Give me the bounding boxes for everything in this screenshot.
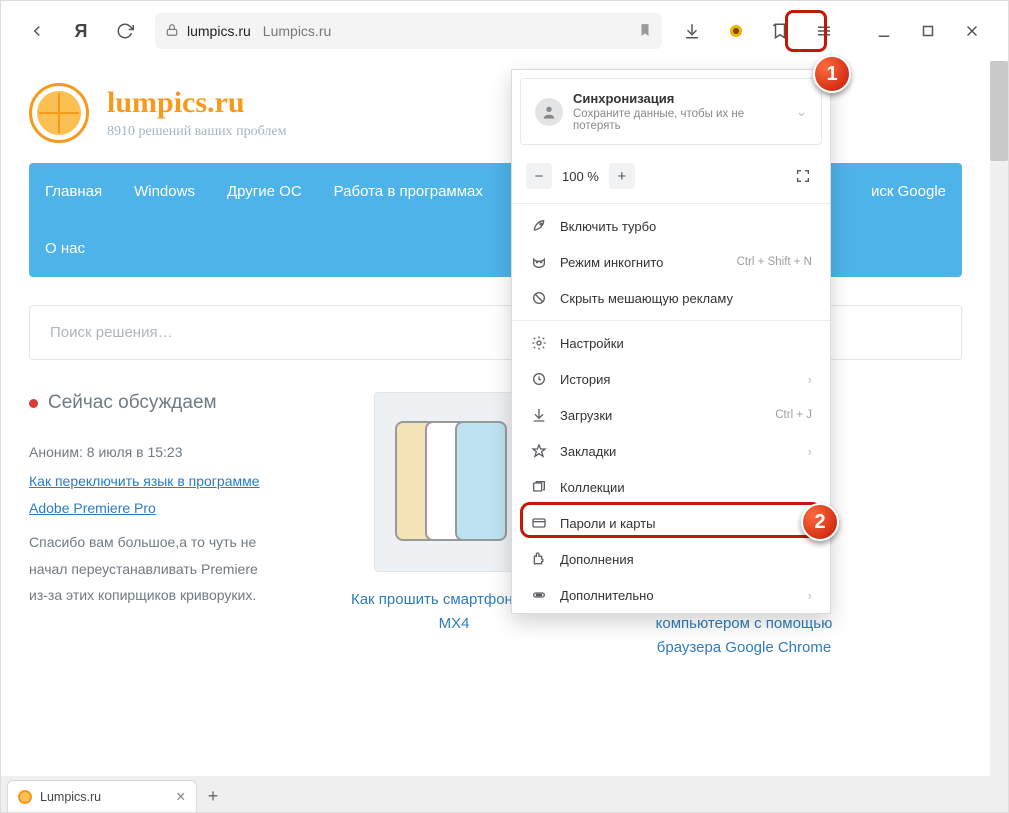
menu-item-label: Дополнительно	[560, 588, 796, 603]
yandex-home-button[interactable]: Я	[61, 11, 101, 51]
menu-item-download[interactable]: Загрузки Ctrl + J	[512, 397, 830, 433]
menu-item-label: Режим инкогнито	[560, 255, 725, 270]
nav-item-home[interactable]: Главная	[29, 163, 118, 220]
site-tagline: 8910 решений ваших проблем	[107, 124, 286, 140]
menu-item-rocket[interactable]: Включить турбо	[512, 208, 830, 244]
avatar-icon	[535, 98, 563, 126]
zoom-in-button[interactable]: +	[609, 163, 635, 189]
menu-item-shortcut: Ctrl + J	[775, 409, 812, 421]
menu-item-star[interactable]: Закладки ›	[512, 433, 830, 469]
bookmark-icon[interactable]	[638, 23, 652, 40]
nav-item-windows[interactable]: Windows	[118, 163, 211, 220]
collections-button[interactable]	[760, 11, 800, 51]
browser-tab[interactable]: Lumpics.ru ✕	[7, 780, 197, 812]
chevron-right-icon: ›	[808, 588, 812, 603]
comment-link[interactable]: Как переключить язык в программе Adobe P…	[29, 468, 279, 521]
back-button[interactable]	[17, 11, 57, 51]
maximize-button[interactable]	[908, 11, 948, 51]
fullscreen-button[interactable]	[790, 163, 816, 189]
tab-title: Lumpics.ru	[40, 790, 168, 804]
clock-icon	[530, 370, 548, 388]
card-icon	[530, 514, 548, 532]
minimize-button[interactable]	[864, 11, 904, 51]
favicon-icon	[18, 790, 32, 804]
nav-item-programs[interactable]: Работа в программах	[318, 163, 499, 220]
nav-item-other-os[interactable]: Другие ОС	[211, 163, 318, 220]
menu-item-puzzle[interactable]: Дополнения	[512, 541, 830, 577]
scrollbar[interactable]	[990, 61, 1008, 776]
new-tab-button[interactable]: +	[197, 780, 229, 812]
menu-sync-row[interactable]: Синхронизация Сохраните данные, чтобы их…	[520, 78, 822, 145]
sidebar-heading: Сейчас обсуждаем	[48, 392, 217, 414]
sync-subtitle: Сохраните данные, чтобы их не потерять	[573, 108, 786, 132]
download-icon	[530, 406, 548, 424]
menu-item-label: Загрузки	[560, 408, 763, 423]
menu-item-dots[interactable]: Дополнительно ›	[512, 577, 830, 613]
menu-item-gear[interactable]: Настройки	[512, 325, 830, 361]
callout-badge-1: 1	[813, 55, 851, 93]
mask-icon	[530, 253, 548, 271]
menu-item-clock[interactable]: История ›	[512, 361, 830, 397]
menu-item-label: Дополнения	[560, 552, 812, 567]
page-content: lumpics.ru 8910 решений ваших проблем Гл…	[1, 61, 990, 776]
menu-item-label: Коллекции	[560, 480, 812, 495]
nav-item-google[interactable]: иск Google	[855, 163, 962, 220]
menu-zoom-row: − 100 % +	[512, 153, 830, 199]
menu-item-block[interactable]: Скрыть мешающую рекламу	[512, 280, 830, 316]
menu-item-label: История	[560, 372, 796, 387]
close-window-button[interactable]	[952, 11, 992, 51]
nav-item-about[interactable]: О нас	[29, 220, 101, 277]
search-placeholder: Поиск решения…	[50, 324, 173, 341]
zoom-value: 100 %	[562, 169, 599, 184]
menu-item-card[interactable]: Пароли и карты	[512, 505, 830, 541]
downloads-button[interactable]	[672, 11, 712, 51]
rocket-icon	[530, 217, 548, 235]
menu-item-label: Настройки	[560, 336, 812, 351]
extension-button[interactable]	[716, 11, 756, 51]
scrollbar-thumb[interactable]	[990, 61, 1008, 161]
callout-badge-2: 2	[801, 503, 839, 541]
gear-icon	[530, 334, 548, 352]
menu-item-layers[interactable]: Коллекции	[512, 469, 830, 505]
block-icon	[530, 289, 548, 307]
zoom-out-button[interactable]: −	[526, 163, 552, 189]
chevron-right-icon: ›	[808, 372, 812, 387]
star-icon	[530, 442, 548, 460]
menu-item-mask[interactable]: Режим инкогнито Ctrl + Shift + N	[512, 244, 830, 280]
live-dot-icon	[29, 399, 38, 408]
browser-menu-dropdown: Синхронизация Сохраните данные, чтобы их…	[511, 69, 831, 614]
comment-author: Аноним: 8 июля в 15:23	[29, 444, 279, 460]
menu-item-shortcut: Ctrl + Shift + N	[737, 256, 812, 268]
dots-icon	[530, 586, 548, 604]
site-logo[interactable]	[29, 83, 89, 143]
address-title: Lumpics.ru	[263, 23, 331, 39]
address-bar[interactable]: lumpics.ru Lumpics.ru	[155, 13, 662, 49]
puzzle-icon	[530, 550, 548, 568]
menu-item-label: Пароли и карты	[560, 516, 812, 531]
menu-button[interactable]	[804, 11, 844, 51]
site-title[interactable]: lumpics.ru	[107, 86, 286, 120]
menu-item-label: Включить турбо	[560, 219, 812, 234]
menu-item-label: Скрыть мешающую рекламу	[560, 291, 812, 306]
reload-button[interactable]	[105, 11, 145, 51]
layers-icon	[530, 478, 548, 496]
article-thumbnail	[374, 392, 534, 572]
browser-toolbar: Я lumpics.ru Lumpics.ru	[1, 1, 1008, 61]
sync-title: Синхронизация	[573, 91, 786, 106]
menu-item-label: Закладки	[560, 444, 796, 459]
chevron-down-icon: ⌄	[796, 104, 807, 120]
chevron-right-icon: ›	[808, 444, 812, 459]
lock-icon	[165, 23, 179, 40]
discussion-sidebar: Сейчас обсуждаем Аноним: 8 июля в 15:23 …	[29, 392, 279, 660]
tab-strip: Lumpics.ru ✕ +	[1, 776, 1008, 812]
address-domain: lumpics.ru	[187, 23, 251, 39]
comment-body: Спасибо вам большое,а то чуть не начал п…	[29, 529, 279, 609]
close-tab-button[interactable]: ✕	[176, 789, 186, 804]
